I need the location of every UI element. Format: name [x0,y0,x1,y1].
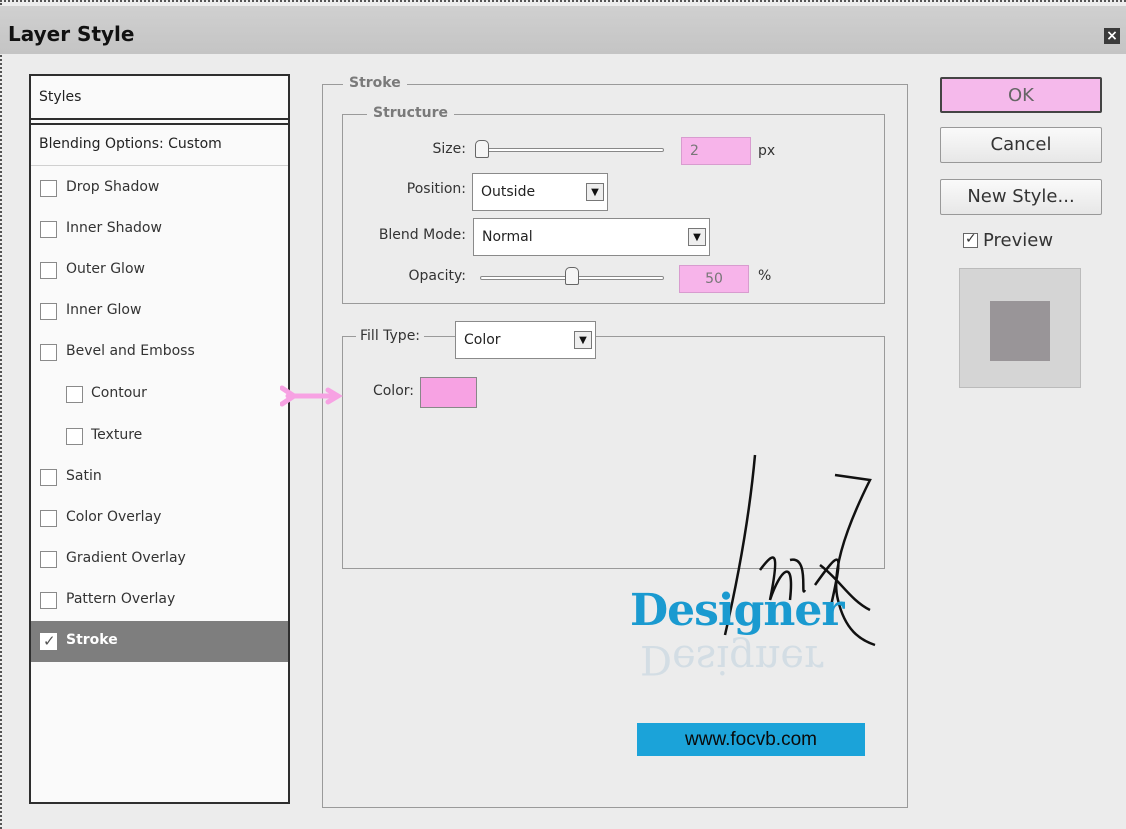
style-item-satin[interactable]: Satin [31,457,288,498]
position-label: Position: [406,181,466,197]
style-item-label: Color Overlay [66,509,162,525]
blending-options-label: Blending Options: Custom [39,136,222,152]
size-label: Size: [432,141,466,157]
opacity-slider-thumb[interactable] [565,267,579,285]
size-input[interactable]: 2 [681,137,751,165]
chevron-down-icon[interactable]: ▼ [574,331,592,349]
blend-mode-select-value: Normal [482,229,533,245]
texture-checkbox[interactable] [66,428,83,445]
size-slider-track[interactable] [478,148,664,152]
title-bar[interactable]: Layer Style × [0,6,1126,54]
preview-checkbox[interactable] [963,231,978,248]
style-item-contour[interactable]: Contour [31,374,288,415]
color-label: Color: [372,383,414,399]
cancel-button[interactable]: Cancel [940,127,1102,163]
style-item-gradient-overlay[interactable]: Gradient Overlay [31,539,288,580]
size-unit: px [758,143,776,159]
ok-button[interactable]: OK [940,77,1102,113]
style-item-inner-glow[interactable]: Inner Glow [31,291,288,332]
inner-glow-checkbox[interactable] [40,303,57,320]
style-item-label: Inner Shadow [66,220,162,236]
gradient-overlay-checkbox[interactable] [40,551,57,568]
drop-shadow-checkbox[interactable] [40,180,57,197]
structure-legend: Structure [367,105,455,121]
style-item-label: Stroke [66,632,118,648]
fill-type-label: Fill Type: [356,328,425,344]
opacity-label: Opacity: [408,268,466,284]
styles-list-panel: Styles Blending Options: Custom Drop Sha… [29,74,290,804]
layer-style-dialog: Layer Style × Styles Blending Options: C… [0,0,1126,829]
preview-thumbnail [959,268,1081,388]
style-item-label: Pattern Overlay [66,591,176,607]
watermark-reflection: Designer [640,636,824,682]
style-item-inner-shadow[interactable]: Inner Shadow [31,209,288,250]
style-item-label: Satin [66,468,102,484]
style-item-drop-shadow[interactable]: Drop Shadow [31,168,288,209]
style-item-label: Contour [91,385,147,401]
selection-border-left [0,0,6,829]
style-item-label: Gradient Overlay [66,550,186,566]
inner-shadow-checkbox[interactable] [40,221,57,238]
opacity-unit: % [758,268,772,284]
preview-label: Preview [983,230,1054,251]
stroke-color-swatch[interactable] [420,377,477,408]
bevel-and-emboss-checkbox[interactable] [40,344,57,361]
style-item-stroke[interactable]: Stroke [31,621,288,662]
fill-type-select-value: Color [464,332,501,348]
style-item-label: Outer Glow [66,261,145,277]
size-slider-thumb[interactable] [475,140,489,158]
style-item-color-overlay[interactable]: Color Overlay [31,498,288,539]
style-item-label: Drop Shadow [66,179,160,195]
style-item-label: Inner Glow [66,302,142,318]
color-overlay-checkbox[interactable] [40,510,57,527]
stroke-legend: Stroke [343,75,407,91]
style-item-outer-glow[interactable]: Outer Glow [31,250,288,291]
style-item-pattern-overlay[interactable]: Pattern Overlay [31,580,288,621]
fill-type-select[interactable]: Color ▼ [455,321,596,359]
dialog-title: Layer Style [8,22,135,46]
chevron-down-icon[interactable]: ▼ [586,183,604,201]
style-item-label: Bevel and Emboss [66,343,195,359]
styles-header-label: Styles [39,89,82,105]
stroke-checkbox[interactable] [40,632,57,650]
new-style-button[interactable]: New Style... [940,179,1102,215]
watermark-designer-text: Designer [630,585,845,636]
style-item-texture[interactable]: Texture [31,416,288,457]
chevron-down-icon[interactable]: ▼ [688,228,706,246]
opacity-input[interactable]: 50 [679,265,749,293]
blend-mode-label: Blend Mode: [378,227,466,243]
style-item-bevel-and-emboss[interactable]: Bevel and Emboss [31,332,288,373]
position-select-value: Outside [481,184,536,200]
watermark-url: www.focvb.com [637,723,865,756]
contour-checkbox[interactable] [66,386,83,403]
blending-options-item[interactable]: Blending Options: Custom [31,123,288,166]
style-item-label: Texture [91,427,143,443]
preview-swatch [990,301,1050,361]
blend-mode-select[interactable]: Normal ▼ [473,218,710,256]
close-button[interactable]: × [1104,28,1120,44]
outer-glow-checkbox[interactable] [40,262,57,279]
satin-checkbox[interactable] [40,469,57,486]
styles-header[interactable]: Styles [31,76,288,120]
pattern-overlay-checkbox[interactable] [40,592,57,609]
arrow-pointer-icon [280,385,343,407]
position-select[interactable]: Outside ▼ [472,173,608,211]
